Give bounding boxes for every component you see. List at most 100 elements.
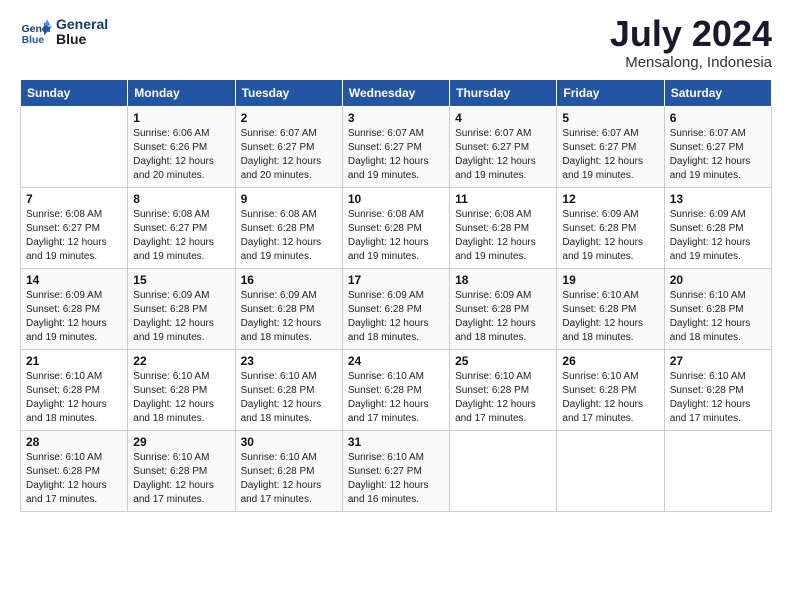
day-number: 3 [348,111,444,125]
header-sunday: Sunday [21,80,128,107]
day-cell [557,431,664,512]
day-cell: 31 Sunrise: 6:10 AM Sunset: 6:27 PM Dayli… [342,431,449,512]
header-wednesday: Wednesday [342,80,449,107]
day-number: 5 [562,111,658,125]
day-info: Sunrise: 6:06 AM Sunset: 6:26 PM Dayligh… [133,127,229,183]
day-cell: 6Sunrise: 6:07 AM Sunset: 6:27 PM Daylig… [664,107,771,188]
day-cell: 5 Sunrise: 6:07 AM Sunset: 6:27 PM Daylig… [557,107,664,188]
title-area: July 2024 Mensalong, Indonesia [610,16,772,71]
day-number: 28 [26,435,122,449]
day-number: 2 [241,111,337,125]
day-cell: 25Sunrise: 6:10 AM Sunset: 6:28 PM Dayli… [450,350,557,431]
day-number: 8 [133,192,229,206]
day-info: Sunrise: 6:10 AM Sunset: 6:28 PM Dayligh… [670,289,766,345]
day-cell: 16Sunrise: 6:09 AM Sunset: 6:28 PM Dayli… [235,269,342,350]
day-info: Sunrise: 6:10 AM Sunset: 6:28 PM Dayligh… [133,451,229,507]
day-number: 29 [133,435,229,449]
header-saturday: Saturday [664,80,771,107]
day-info: Sunrise: 6:10 AM Sunset: 6:28 PM Dayligh… [562,370,658,426]
header-monday: Monday [128,80,235,107]
svg-text:Blue: Blue [22,35,45,46]
logo-line2: Blue [56,32,108,47]
day-cell: 14 Sunrise: 6:09 AM Sunset: 6:28 PM Dayli… [21,269,128,350]
day-number: 14 [26,273,122,287]
day-cell: 22Sunrise: 6:10 AM Sunset: 6:28 PM Dayli… [128,350,235,431]
day-cell: 23Sunrise: 6:10 AM Sunset: 6:28 PM Dayli… [235,350,342,431]
day-number: 7 [26,192,122,206]
day-cell: 11 Sunrise: 6:08 AM Sunset: 6:28 PM Dayli… [450,188,557,269]
day-cell: 13 Sunrise: 6:09 AM Sunset: 6:28 PM Dayli… [664,188,771,269]
day-info: Sunrise: 6:07 AM Sunset: 6:27 PM Dayligh… [348,127,444,183]
day-cell: 15 Sunrise: 6:09 AM Sunset: 6:28 PM Dayli… [128,269,235,350]
day-cell: 28 Sunrise: 6:10 AM Sunset: 6:28 PM Dayli… [21,431,128,512]
day-cell: 30Sunrise: 6:10 AM Sunset: 6:28 PM Dayli… [235,431,342,512]
day-number: 4 [455,111,551,125]
day-info: Sunrise: 6:10 AM Sunset: 6:28 PM Dayligh… [133,370,229,426]
day-info: Sunrise: 6:10 AM Sunset: 6:27 PM Dayligh… [348,451,444,507]
day-info: Sunrise: 6:08 AM Sunset: 6:28 PM Dayligh… [241,208,337,264]
logo: General Blue General Blue [20,16,108,48]
logo-line1: General [56,17,108,32]
logo-icon: General Blue [20,16,52,48]
day-cell: 26Sunrise: 6:10 AM Sunset: 6:28 PM Dayli… [557,350,664,431]
day-info: Sunrise: 6:09 AM Sunset: 6:28 PM Dayligh… [562,208,658,264]
day-number: 15 [133,273,229,287]
day-cell: 1 Sunrise: 6:06 AM Sunset: 6:26 PM Daylig… [128,107,235,188]
day-cell: 19 Sunrise: 6:10 AM Sunset: 6:28 PM Dayli… [557,269,664,350]
day-info: Sunrise: 6:08 AM Sunset: 6:28 PM Dayligh… [455,208,551,264]
day-number: 12 [562,192,658,206]
day-cell [450,431,557,512]
day-number: 11 [455,192,551,206]
day-info: Sunrise: 6:09 AM Sunset: 6:28 PM Dayligh… [241,289,337,345]
day-info: Sunrise: 6:09 AM Sunset: 6:28 PM Dayligh… [348,289,444,345]
logo-text: General Blue [56,17,108,48]
day-number: 19 [562,273,658,287]
day-info: Sunrise: 6:10 AM Sunset: 6:28 PM Dayligh… [26,370,122,426]
page: General Blue General Blue July 2024 Mens… [0,0,792,612]
week-row-3: 14 Sunrise: 6:09 AM Sunset: 6:28 PM Dayli… [21,269,772,350]
day-number: 30 [241,435,337,449]
day-info: Sunrise: 6:10 AM Sunset: 6:28 PM Dayligh… [348,370,444,426]
day-cell [664,431,771,512]
day-info: Sunrise: 6:09 AM Sunset: 6:28 PM Dayligh… [133,289,229,345]
day-number: 10 [348,192,444,206]
day-number: 31 [348,435,444,449]
day-number: 18 [455,273,551,287]
day-cell: 20 Sunrise: 6:10 AM Sunset: 6:28 PM Dayli… [664,269,771,350]
day-cell: 9 Sunrise: 6:08 AM Sunset: 6:28 PM Daylig… [235,188,342,269]
day-number: 13 [670,192,766,206]
calendar-table: Sunday Monday Tuesday Wednesday Thursday… [20,79,772,512]
day-cell: 4 Sunrise: 6:07 AM Sunset: 6:27 PM Daylig… [450,107,557,188]
day-cell: 10 Sunrise: 6:08 AM Sunset: 6:28 PM Dayli… [342,188,449,269]
day-info: Sunrise: 6:10 AM Sunset: 6:28 PM Dayligh… [241,370,337,426]
day-info: Sunrise: 6:09 AM Sunset: 6:28 PM Dayligh… [670,208,766,264]
day-number: 9 [241,192,337,206]
day-number: 25 [455,354,551,368]
day-number: 20 [670,273,766,287]
day-info: Sunrise: 6:08 AM Sunset: 6:27 PM Dayligh… [26,208,122,264]
day-number: 17 [348,273,444,287]
header-row: Sunday Monday Tuesday Wednesday Thursday… [21,80,772,107]
header-friday: Friday [557,80,664,107]
day-info: Sunrise: 6:07 AM Sunset: 6:27 PM Dayligh… [562,127,658,183]
day-info: Sunrise: 6:07 AM Sunset: 6:27 PM Dayligh… [670,127,766,183]
month-title: July 2024 [610,16,772,52]
day-cell: 29 Sunrise: 6:10 AM Sunset: 6:28 PM Dayli… [128,431,235,512]
day-cell: 27Sunrise: 6:10 AM Sunset: 6:28 PM Dayli… [664,350,771,431]
day-info: Sunrise: 6:08 AM Sunset: 6:27 PM Dayligh… [133,208,229,264]
week-row-5: 28 Sunrise: 6:10 AM Sunset: 6:28 PM Dayli… [21,431,772,512]
day-info: Sunrise: 6:08 AM Sunset: 6:28 PM Dayligh… [348,208,444,264]
day-info: Sunrise: 6:09 AM Sunset: 6:28 PM Dayligh… [26,289,122,345]
day-info: Sunrise: 6:10 AM Sunset: 6:28 PM Dayligh… [26,451,122,507]
day-info: Sunrise: 6:10 AM Sunset: 6:28 PM Dayligh… [562,289,658,345]
day-info: Sunrise: 6:10 AM Sunset: 6:28 PM Dayligh… [670,370,766,426]
week-row-1: 1 Sunrise: 6:06 AM Sunset: 6:26 PM Daylig… [21,107,772,188]
day-cell: 3 Sunrise: 6:07 AM Sunset: 6:27 PM Daylig… [342,107,449,188]
day-number: 24 [348,354,444,368]
header: General Blue General Blue July 2024 Mens… [20,16,772,71]
header-tuesday: Tuesday [235,80,342,107]
day-number: 1 [133,111,229,125]
day-info: Sunrise: 6:07 AM Sunset: 6:27 PM Dayligh… [455,127,551,183]
day-info: Sunrise: 6:07 AM Sunset: 6:27 PM Dayligh… [241,127,337,183]
day-cell: 2 Sunrise: 6:07 AM Sunset: 6:27 PM Daylig… [235,107,342,188]
